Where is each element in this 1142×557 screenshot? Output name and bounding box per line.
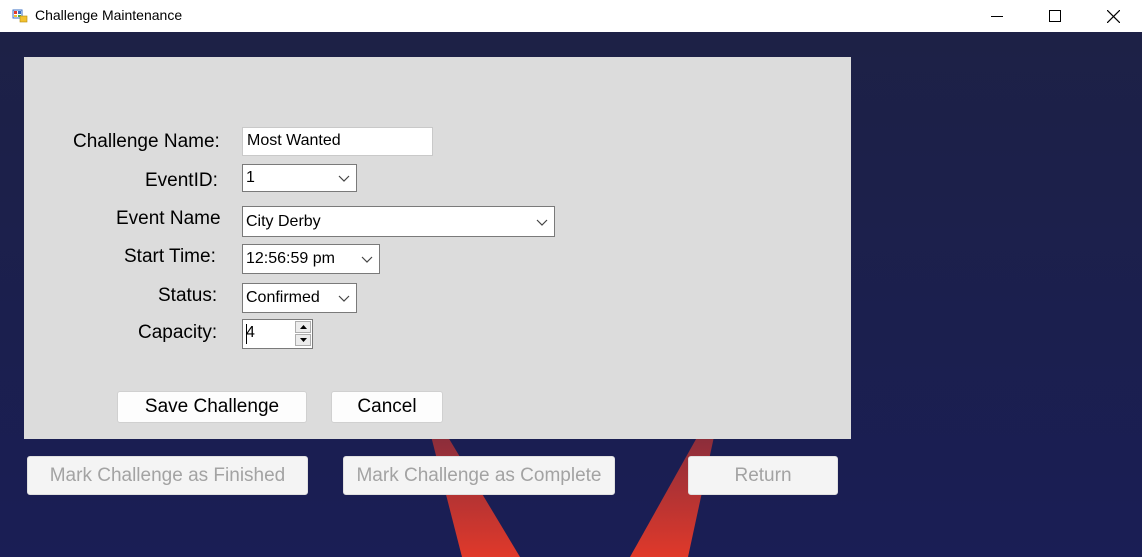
text-caret (246, 324, 247, 344)
maximize-icon (1049, 10, 1061, 22)
save-challenge-button[interactable]: Save Challenge (117, 391, 307, 423)
chevron-down-icon (536, 219, 548, 226)
close-icon (1106, 9, 1120, 23)
mark-complete-button[interactable]: Mark Challenge as Complete (343, 456, 615, 495)
stepper-up-button[interactable] (295, 321, 311, 333)
capacity-value: 4 (246, 324, 255, 341)
start-time-value: 12:56:59 pm (246, 250, 335, 267)
title-bar: Challenge Maintenance (0, 0, 1142, 32)
window-title: Challenge Maintenance (35, 7, 183, 23)
app-icon (12, 9, 28, 23)
minimize-icon (991, 16, 1003, 17)
challenge-name-label: Challenge Name: (73, 131, 220, 152)
return-button[interactable]: Return (688, 456, 838, 495)
arrow-up-icon (299, 325, 307, 329)
challenge-name-field[interactable]: Most Wanted (242, 127, 433, 156)
start-time-picker[interactable]: 12:56:59 pm (242, 244, 380, 274)
event-name-value: City Derby (246, 213, 321, 230)
capacity-stepper[interactable]: 4 (242, 319, 313, 349)
chevron-down-icon (361, 256, 373, 263)
minimize-button[interactable] (968, 0, 1026, 32)
arrow-down-icon (299, 338, 307, 342)
status-value: Confirmed (246, 289, 320, 306)
event-name-dropdown[interactable]: City Derby (242, 206, 555, 237)
capacity-label: Capacity: (138, 322, 218, 343)
status-dropdown[interactable]: Confirmed (242, 283, 357, 313)
mark-finished-button[interactable]: Mark Challenge as Finished (27, 456, 308, 495)
close-button[interactable] (1084, 0, 1142, 32)
event-name-label: Event Name (116, 208, 221, 229)
status-label: Status: (158, 285, 218, 306)
chevron-down-icon (338, 295, 350, 302)
start-time-label: Start Time: (124, 246, 216, 267)
event-id-dropdown[interactable]: 1 (242, 164, 357, 192)
event-id-value: 1 (246, 169, 255, 186)
cancel-button[interactable]: Cancel (331, 391, 443, 423)
maximize-button[interactable] (1026, 0, 1084, 32)
stepper-down-button[interactable] (295, 334, 311, 346)
chevron-down-icon (338, 175, 350, 182)
event-id-label: EventID: (145, 170, 218, 191)
